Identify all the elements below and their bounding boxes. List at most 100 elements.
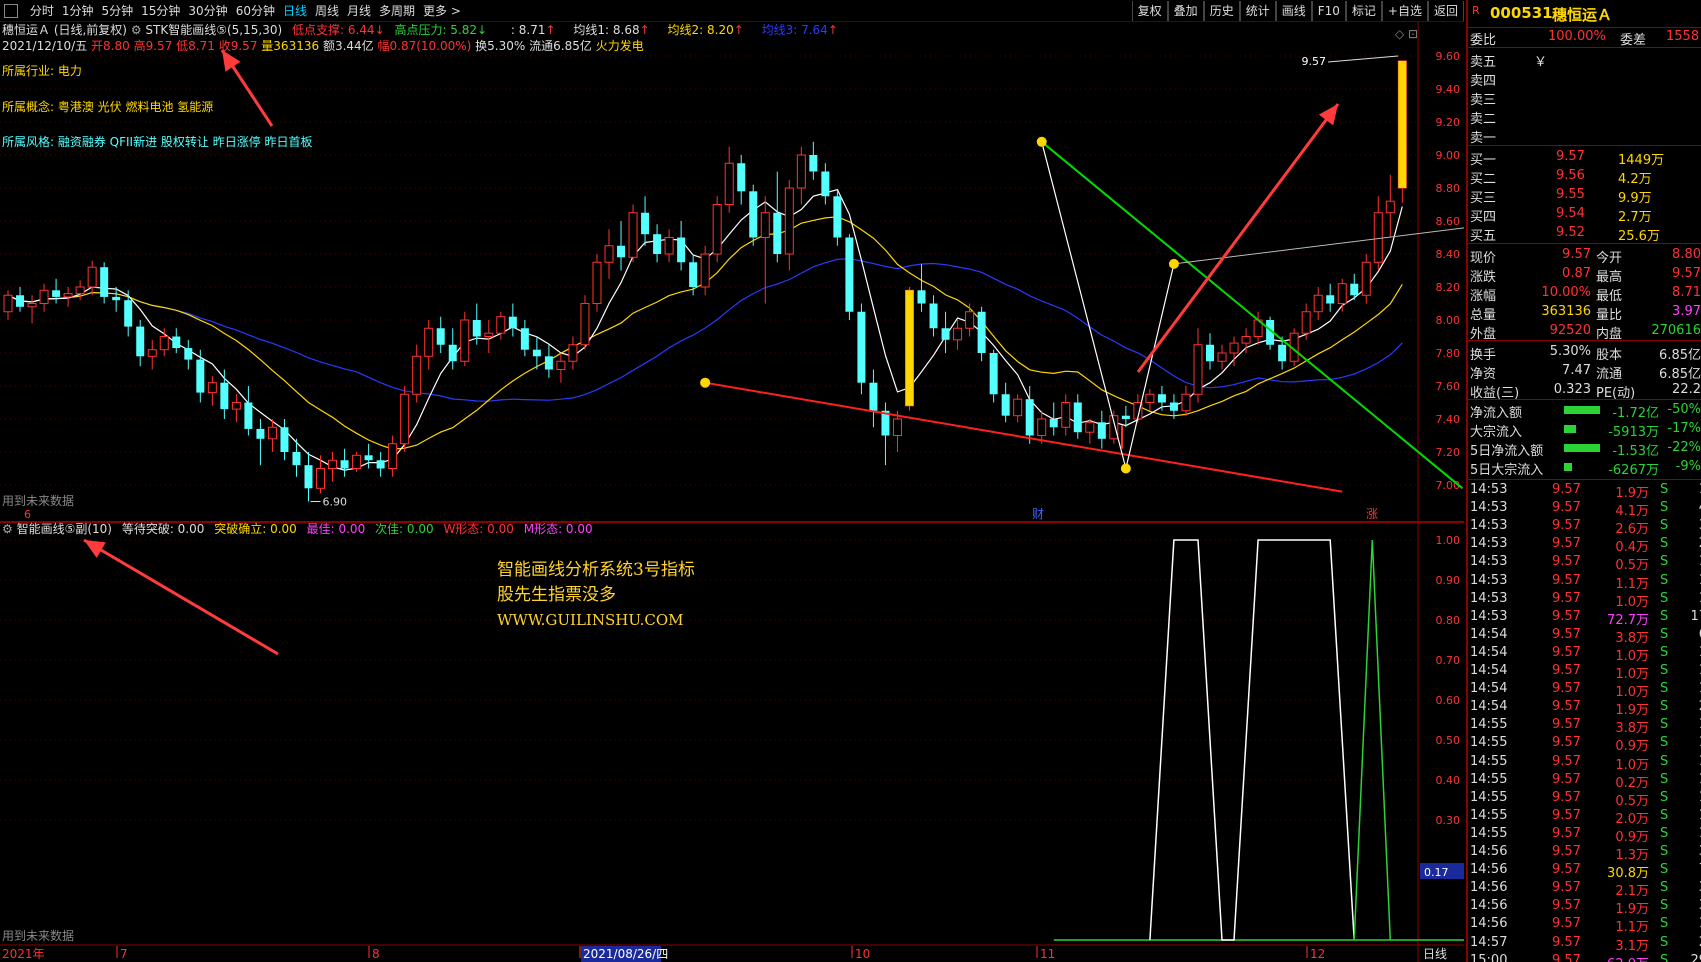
toolbar-button-7[interactable]: +自选	[1381, 1, 1428, 21]
period-label: 日线	[1423, 947, 1447, 961]
period-tab-4[interactable]: 30分钟	[184, 0, 231, 22]
sell-label: 卖五	[1470, 55, 1497, 70]
period-tab-3[interactable]: 15分钟	[137, 0, 184, 22]
quote-high: 高9.57	[133, 39, 173, 53]
stat2-value: 22.2	[1672, 382, 1701, 397]
stock-name: 穗恒运Ａ	[1552, 6, 1613, 24]
buy-price: 9.57	[1556, 149, 1585, 164]
stat-label: 量比	[1596, 308, 1623, 323]
tick-side: S	[1660, 500, 1669, 516]
stat-label: 最高	[1596, 270, 1623, 285]
tick-price: 9.57	[1552, 699, 1581, 715]
sub-marker-value: 0.17	[1424, 866, 1449, 879]
sell-label: 卖四	[1470, 74, 1497, 89]
candle-body	[1169, 402, 1178, 411]
candle-body	[412, 355, 422, 395]
high-price-label: 9.57	[1302, 55, 1327, 68]
candle-body	[1385, 200, 1395, 214]
stat-value: 10.00%	[1541, 285, 1591, 300]
tick-side: S	[1660, 663, 1669, 678]
candle-body	[760, 212, 770, 238]
toolbar-button-2[interactable]: 历史	[1203, 1, 1240, 21]
tick-price: 9.57	[1552, 789, 1581, 805]
candle-body	[929, 303, 938, 329]
tick-time: 14:55	[1470, 717, 1508, 733]
toolbar-button-5[interactable]: F10	[1311, 1, 1346, 21]
tick-row: 14:539.571.9万S1	[1468, 481, 1701, 501]
tick-time: 14:54	[1470, 699, 1508, 715]
candle-body	[1206, 344, 1214, 362]
toolbar-button-6[interactable]: 标记	[1345, 1, 1382, 21]
high-pressure: 高点压力: 5.82	[394, 23, 478, 37]
sell-label: 卖二	[1470, 112, 1497, 127]
sub-tick: 0.60	[1436, 694, 1461, 707]
toolbar-button-0[interactable]: 复权	[1131, 1, 1168, 21]
period-tab-9[interactable]: 多周期	[375, 0, 419, 22]
tick-time: 14:53	[1470, 518, 1508, 534]
stat-value: 3.97	[1672, 304, 1701, 319]
quote-open: 开8.80	[91, 39, 130, 53]
concept-tag[interactable]: 火力发电	[596, 39, 644, 53]
sub-settings-icon[interactable]: ⚙	[2, 522, 17, 536]
menu-square-icon[interactable]	[4, 4, 18, 18]
stat2-value: 6.85亿	[1659, 348, 1701, 363]
tick-side: S	[1660, 482, 1669, 497]
chart-area[interactable]: 9.60 9.40 9.20 9.00 8.80 8.60 8.40 8.20 8.00 7.80…	[0, 22, 1464, 962]
tick-side: S	[1660, 735, 1669, 751]
stat2-value: 5.30%	[1549, 344, 1591, 359]
indicator-name[interactable]: STK智能画线⑤(5,15,30)	[145, 23, 282, 37]
stat-value: 0.87	[1562, 266, 1591, 281]
flow-row: 大宗流入 -5913万 -17%	[1468, 420, 1701, 440]
tick-row: 14:569.571.9万S3	[1468, 897, 1701, 917]
stat-value: 92520	[1549, 323, 1591, 338]
tick-row: 14:569.571.3万S3	[1468, 843, 1701, 863]
indicator-settings-icon[interactable]: ⚙	[131, 23, 146, 37]
period-tab-10[interactable]: 更多 >	[419, 0, 465, 22]
tick-side: S	[1660, 626, 1669, 642]
flow-bar	[1564, 463, 1572, 471]
tick-time: 14:53	[1470, 554, 1508, 570]
candle-body	[159, 336, 169, 351]
tick-count: 17	[1690, 608, 1701, 624]
tick-row: 14:539.571.0万S1	[1468, 590, 1701, 610]
period-tab-6[interactable]: 日线	[279, 0, 311, 22]
sub-indicator-name[interactable]: 智能画线⑤副(10)	[17, 522, 112, 536]
candle-body	[328, 459, 338, 469]
toolbar-button-3[interactable]: 统计	[1239, 1, 1276, 21]
sell-row: 卖一	[1468, 126, 1701, 146]
toolbar-button-4[interactable]: 画线	[1275, 1, 1312, 21]
period-tab-7[interactable]: 周线	[311, 0, 343, 22]
sub-next: 次佳: 0.00	[375, 522, 434, 536]
candle-body	[400, 393, 410, 445]
period-tab-2[interactable]: 5分钟	[97, 0, 137, 22]
period-tab-0[interactable]: 分时	[26, 0, 58, 22]
chart-corner-icons[interactable]: ◇ ⊡	[1395, 26, 1418, 42]
buy-price: 9.55	[1556, 187, 1585, 202]
candle-body	[1361, 261, 1371, 296]
toolbar-button-1[interactable]: 叠加	[1167, 1, 1204, 21]
buy-price: 9.54	[1556, 206, 1585, 221]
period-tab-5[interactable]: 60分钟	[232, 0, 279, 22]
watermark-line-3: WWW.GUILINSHU.COM	[497, 611, 684, 629]
price-tick: 9.20	[1436, 116, 1461, 129]
tick-time: 14:53	[1470, 608, 1508, 624]
tick-row: 14:549.573.8万S6	[1468, 626, 1701, 646]
tick-time: 15:00	[1470, 952, 1508, 962]
tick-row: 14:549.571.0万S1	[1468, 680, 1701, 700]
tick-time: 14:55	[1470, 771, 1508, 787]
tick-time: 14:55	[1470, 825, 1508, 841]
candle-body	[508, 316, 517, 329]
candle-body	[184, 348, 193, 360]
tick-row: 14:539.572.6万S3	[1468, 517, 1701, 537]
toolbar-button-8[interactable]: 返回	[1427, 1, 1464, 21]
sub-tick: 0.40	[1436, 774, 1461, 787]
stat-value: 270616	[1651, 323, 1701, 338]
candle-body	[892, 418, 902, 436]
tick-price: 9.57	[1552, 554, 1581, 570]
period-tab-1[interactable]: 1分钟	[58, 0, 98, 22]
candle-body	[39, 289, 49, 304]
sub-tick: 0.50	[1436, 734, 1461, 747]
ma0-value: : 8.71	[510, 23, 546, 37]
tick-row: 14:549.571.0万S1	[1468, 662, 1701, 682]
period-tab-8[interactable]: 月线	[343, 0, 375, 22]
